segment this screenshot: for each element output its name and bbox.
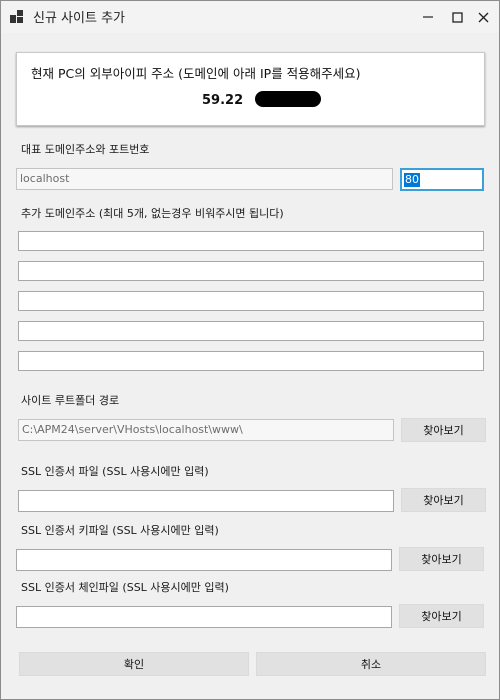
- cancel-button[interactable]: 취소: [256, 652, 486, 676]
- main-domain-label: 대표 도메인주소와 포트번호: [21, 143, 150, 156]
- external-ip-title: 현재 PC의 외부아이피 주소 (도메인에 아래 IP를 적용해주세요): [31, 66, 361, 81]
- window-title: 신규 사이트 추가: [33, 11, 125, 26]
- port-value: 80: [404, 173, 420, 187]
- extra-domain-field-4[interactable]: [18, 321, 484, 341]
- redaction-mark: [255, 91, 321, 107]
- extra-domain-field-1[interactable]: [18, 231, 484, 251]
- ok-button[interactable]: 확인: [19, 652, 249, 676]
- external-ip-panel: 현재 PC의 외부아이피 주소 (도메인에 아래 IP를 적용해주세요) 59.…: [16, 52, 485, 126]
- extra-domain-field-2[interactable]: [18, 261, 484, 281]
- extra-domain-field-3[interactable]: [18, 291, 484, 311]
- close-button[interactable]: [467, 1, 499, 33]
- root-folder-label: 사이트 루트폴더 경로: [21, 394, 120, 407]
- ssl-chain-field[interactable]: [16, 606, 392, 628]
- ssl-key-browse-button[interactable]: 찾아보기: [399, 547, 484, 571]
- ssl-chain-browse-button[interactable]: 찾아보기: [399, 604, 484, 628]
- extra-domain-field-5[interactable]: [18, 351, 484, 371]
- port-field[interactable]: 80: [400, 168, 484, 191]
- close-icon: [478, 12, 488, 22]
- ssl-cert-field[interactable]: [18, 490, 394, 512]
- ssl-key-field[interactable]: [16, 549, 392, 571]
- ssl-chain-label: SSL 인증서 체인파일 (SSL 사용시에만 입력): [21, 581, 229, 594]
- ssl-key-label: SSL 인증서 키파일 (SSL 사용시에만 입력): [21, 524, 219, 537]
- title-bar[interactable]: 신규 사이트 추가: [1, 1, 499, 33]
- app-icon: [10, 10, 23, 23]
- external-ip-value: 59.22: [202, 93, 244, 108]
- root-folder-field[interactable]: C:\APM24\server\VHosts\localhost\www\: [18, 419, 394, 441]
- main-domain-field[interactable]: localhost: [16, 168, 393, 190]
- ssl-cert-label: SSL 인증서 파일 (SSL 사용시에만 입력): [21, 465, 209, 478]
- new-site-dialog: 신규 사이트 추가 현재 PC의 외부아이피 주소 (도메인에 아래 IP를 적…: [0, 0, 500, 700]
- maximize-icon: [451, 11, 463, 23]
- minimize-icon: [423, 16, 433, 18]
- root-folder-browse-button[interactable]: 찾아보기: [401, 418, 486, 442]
- ssl-cert-browse-button[interactable]: 찾아보기: [401, 488, 486, 512]
- dialog-body: 현재 PC의 외부아이피 주소 (도메인에 아래 IP를 적용해주세요) 59.…: [1, 33, 499, 699]
- extra-domains-label: 추가 도메인주소 (최대 5개, 없는경우 비워주시면 됩니다): [21, 207, 284, 220]
